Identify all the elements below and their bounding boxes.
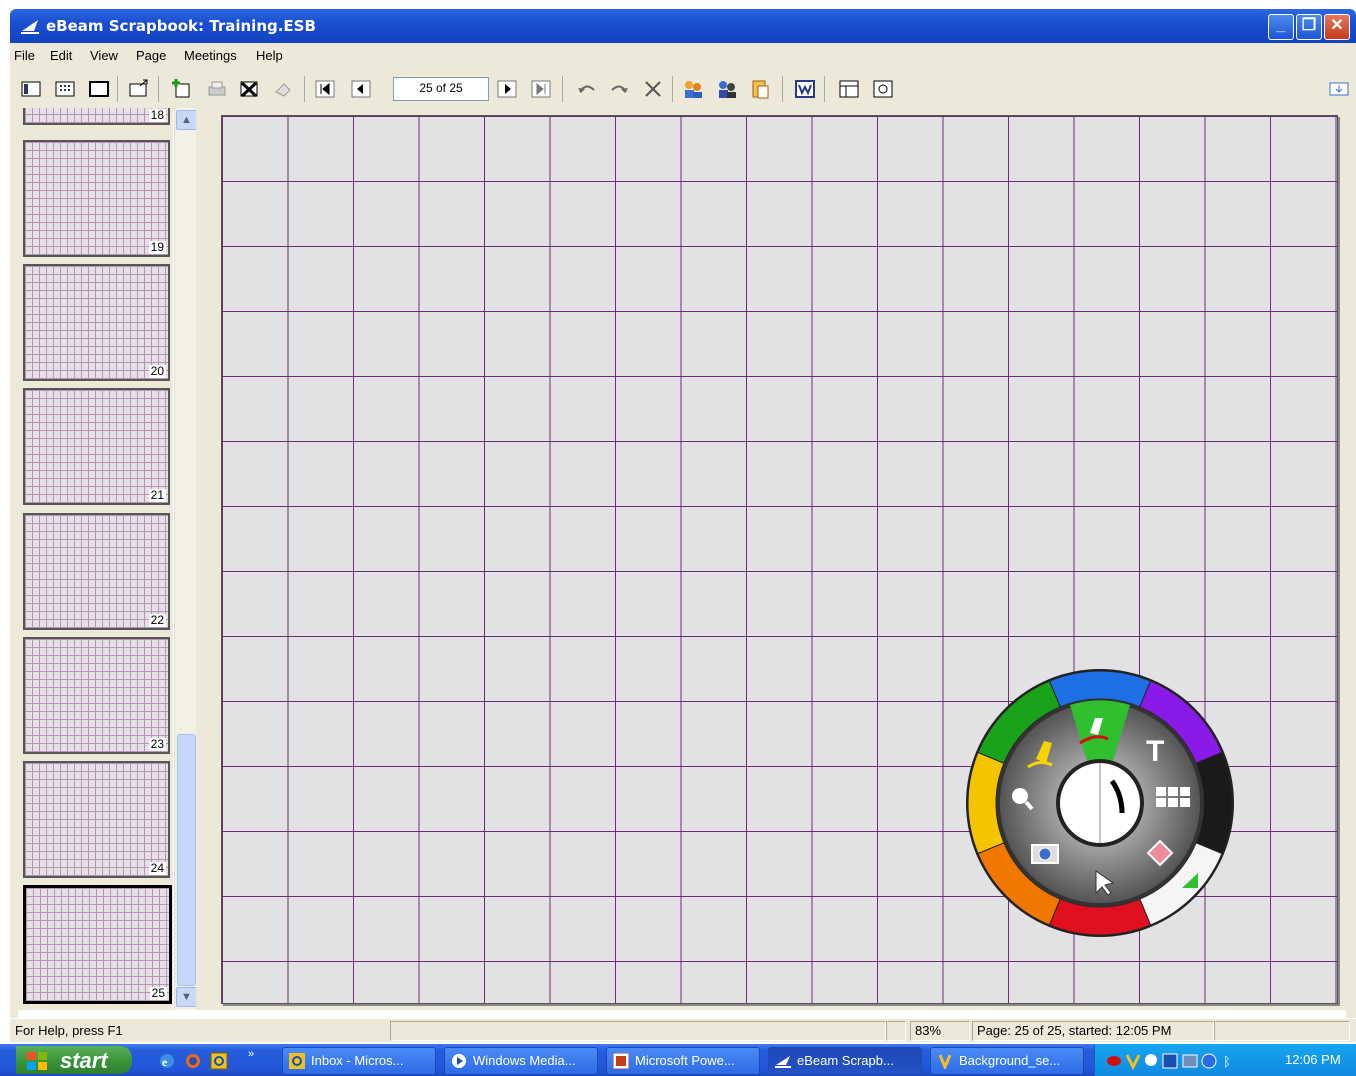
redo-icon[interactable]: [608, 78, 630, 100]
task-windows-media[interactable]: Windows Media...: [444, 1047, 598, 1075]
clear-icon[interactable]: [642, 78, 664, 100]
page-thumbnail-19[interactable]: 19: [23, 140, 170, 257]
media-player-icon: [452, 1054, 466, 1068]
status-bar: For Help, press F1 83% Page: 25 of 25, s…: [10, 1018, 1356, 1042]
next-page-icon[interactable]: [496, 78, 518, 100]
svg-text:e: e: [162, 1055, 168, 1069]
capture-icon[interactable]: [872, 78, 894, 100]
task-background[interactable]: Background_se...: [930, 1047, 1084, 1075]
system-tray: ᛒ 12:06 PM: [1094, 1044, 1356, 1076]
task-label: Microsoft Powe...: [635, 1053, 735, 1068]
last-page-icon[interactable]: [530, 78, 552, 100]
title-bar[interactable]: eBeam Scrapbook: Training.ESB _ ❐ ✕: [10, 9, 1356, 43]
meeting-join-icon[interactable]: [716, 78, 738, 100]
previous-page-icon[interactable]: [350, 78, 372, 100]
start-label: start: [60, 1048, 108, 1073]
delete-page-icon[interactable]: [238, 78, 260, 100]
thumbnail-number: 18: [148, 108, 166, 122]
status-pane-extra: [1214, 1021, 1350, 1041]
erase-page-icon[interactable]: [272, 78, 294, 100]
status-page-info: Page: 25 of 25, started: 12:05 PM: [972, 1021, 1214, 1041]
outlook-quicklaunch-icon[interactable]: [210, 1052, 228, 1070]
thumbnail-number: 23: [148, 737, 166, 751]
menu-edit[interactable]: Edit: [50, 48, 72, 63]
task-label: eBeam Scrapb...: [797, 1053, 894, 1068]
windows-logo-icon: [27, 1052, 47, 1070]
start-button[interactable]: start: [16, 1046, 132, 1074]
page-thumbnail-20[interactable]: 20: [23, 264, 170, 381]
firefox-icon[interactable]: [184, 1052, 202, 1070]
menu-page[interactable]: Page: [136, 48, 166, 63]
status-pane-empty: [390, 1021, 886, 1041]
status-help-text: For Help, press F1: [15, 1023, 123, 1038]
camera-tool-icon[interactable]: [1031, 844, 1059, 864]
outlook-icon: [289, 1053, 305, 1069]
toolbar: 25 of 25: [10, 70, 1356, 109]
grid-view-icon[interactable]: [54, 78, 76, 100]
scroll-down-button[interactable]: ▼: [176, 987, 197, 1007]
page-number-field[interactable]: 25 of 25: [393, 77, 489, 101]
background-icon: [938, 1054, 952, 1069]
taskbar: start e » Inbox - Micros... Windows Medi…: [0, 1044, 1356, 1076]
meeting-notes-icon[interactable]: [750, 78, 772, 100]
page-thumbnail-18[interactable]: 18: [23, 108, 170, 125]
whiteboard-mode-icon[interactable]: [794, 78, 816, 100]
ebeam-app-icon: [21, 20, 39, 34]
window-title: eBeam Scrapbook: Training.ESB: [46, 17, 316, 35]
page-thumbnail-22[interactable]: 22: [23, 513, 170, 630]
thumbnail-number: 25: [149, 986, 167, 1000]
scroll-up-button[interactable]: ▲: [176, 110, 197, 130]
close-button[interactable]: ✕: [1324, 14, 1350, 40]
task-powerpoint[interactable]: Microsoft Powe...: [606, 1047, 760, 1075]
dock-toolbar-icon[interactable]: [1328, 78, 1350, 100]
svg-text:ᛒ: ᛒ: [1223, 1055, 1231, 1070]
menu-help[interactable]: Help: [256, 48, 283, 63]
page-view-icon[interactable]: [88, 78, 110, 100]
clock: 12:06 PM: [1285, 1052, 1341, 1067]
task-label: Background_se...: [959, 1053, 1061, 1068]
ebeam-icon: [775, 1056, 791, 1068]
menu-view[interactable]: View: [90, 48, 118, 63]
new-page-icon[interactable]: [170, 78, 192, 100]
menu-file[interactable]: File: [14, 48, 35, 63]
tray-icons[interactable]: ᛒ: [1105, 1052, 1275, 1070]
page-thumbnail-21[interactable]: 21: [23, 388, 170, 505]
status-zoom: 83%: [910, 1021, 970, 1041]
tool-palette[interactable]: T: [960, 663, 1240, 943]
powerpoint-icon: [613, 1053, 629, 1069]
task-ebeam[interactable]: eBeam Scrapb...: [768, 1047, 922, 1075]
thumbnail-view-icon[interactable]: [20, 78, 42, 100]
meeting-host-icon[interactable]: [682, 78, 704, 100]
page-thumbnail-panel: 18 19 20 21 22 23 24 25: [18, 108, 173, 1010]
page-thumbnail-23[interactable]: 23: [23, 637, 170, 754]
menu-bar: File Edit View Page Meetings Help: [10, 43, 1356, 70]
page-thumbnail-24[interactable]: 24: [23, 761, 170, 878]
text-tool-icon[interactable]: T: [1146, 735, 1164, 768]
internet-explorer-icon[interactable]: e: [158, 1052, 176, 1070]
thumbnail-number: 24: [148, 861, 166, 875]
thumbnail-scrollbar[interactable]: ▲ ▼: [174, 108, 197, 1010]
window-layout-icon[interactable]: [838, 78, 860, 100]
thumbnail-number: 20: [148, 364, 166, 378]
menu-meetings[interactable]: Meetings: [184, 48, 237, 63]
print-icon[interactable]: [206, 78, 228, 100]
page-thumbnail-25[interactable]: 25: [23, 885, 172, 1004]
undo-icon[interactable]: [576, 78, 598, 100]
minimize-button[interactable]: _: [1268, 14, 1294, 40]
thumbnail-number: 21: [148, 488, 166, 502]
quicklaunch-more-icon[interactable]: »: [248, 1048, 254, 1060]
task-label: Windows Media...: [473, 1053, 576, 1068]
thumbnail-number: 22: [148, 613, 166, 627]
full-screen-icon[interactable]: [128, 78, 150, 100]
panel-splitter[interactable]: [196, 108, 206, 1010]
scrollbar-thumb[interactable]: [177, 734, 196, 986]
thumbnail-number: 19: [148, 240, 166, 254]
first-page-icon[interactable]: [314, 78, 336, 100]
task-label: Inbox - Micros...: [311, 1053, 404, 1068]
restore-button[interactable]: ❐: [1296, 14, 1322, 40]
status-pane-small: [886, 1021, 906, 1041]
task-inbox[interactable]: Inbox - Micros...: [282, 1047, 436, 1075]
